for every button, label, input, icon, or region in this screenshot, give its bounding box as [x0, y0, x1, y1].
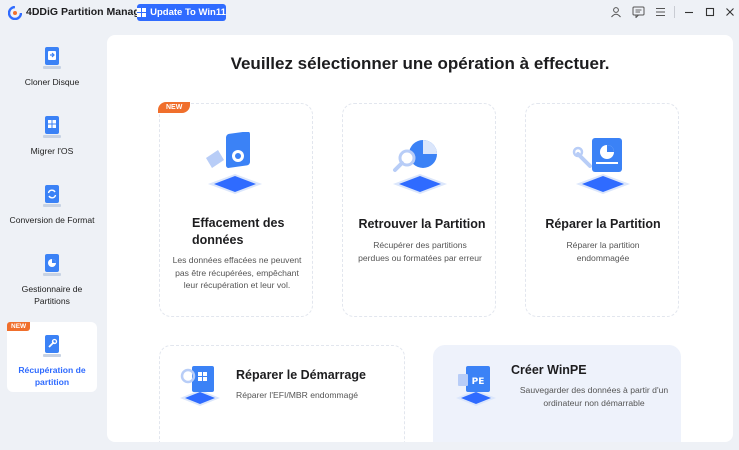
title-bar: 4DDiG Partition Manager Update To Win11: [0, 0, 739, 26]
clone-icon: [43, 47, 61, 69]
repair-boot-illustration: [180, 366, 220, 406]
sidebar-item-label: Gestionnaire de Partitions: [21, 284, 83, 306]
main-panel: Veuillez sélectionner une opération à ef…: [107, 35, 733, 442]
card-title: Réparer la Partition: [545, 217, 661, 231]
card-description: Les données effacées ne peuvent pas être…: [172, 255, 302, 290]
update-win11-button[interactable]: Update To Win11: [137, 4, 226, 21]
svg-text:PE: PE: [472, 377, 485, 387]
feedback-icon[interactable]: [631, 5, 645, 19]
sidebar-item-clone-disk[interactable]: Cloner Disque: [7, 34, 97, 100]
card-title: Effacement des données: [192, 216, 285, 247]
recovery-icon: [43, 335, 61, 357]
sidebar-item-label: Récupération de partition: [18, 365, 86, 387]
sidebar-item-format-conversion[interactable]: Conversion de Format: [7, 172, 97, 238]
minimize-icon[interactable]: [682, 5, 696, 19]
sidebar-item-label: Migrer l'OS: [30, 146, 74, 156]
menu-icon[interactable]: [653, 5, 667, 19]
card-description: Sauvegarder des données à partir d'un or…: [519, 385, 669, 408]
app-logo-icon: [8, 6, 22, 20]
sidebar: Cloner Disque Migrer l'OS Conversion de …: [0, 30, 104, 450]
close-icon[interactable]: [723, 5, 737, 19]
create-winpe-illustration: PE: [456, 366, 496, 406]
card-title: Réparer le Démarrage: [236, 368, 366, 382]
card-title: Créer WinPE: [511, 363, 587, 377]
sidebar-item-partition-manager[interactable]: Gestionnaire de Partitions: [7, 241, 97, 317]
sidebar-item-migrate-os[interactable]: Migrer l'OS: [7, 103, 97, 169]
update-button-label: Update To Win11: [150, 7, 226, 18]
maximize-icon[interactable]: [703, 5, 717, 19]
card-create-winpe[interactable]: PE Créer WinPE Sauvegarder des données à…: [433, 345, 681, 442]
partition-manager-icon: [43, 254, 61, 276]
card-description: Réparer l'EFI/MBR endommagé: [236, 390, 358, 400]
convert-icon: [43, 185, 61, 207]
page-title: Veuillez sélectionner une opération à ef…: [230, 54, 610, 73]
card-data-erase[interactable]: NEW Effacement des données Les données e…: [158, 102, 313, 317]
recover-partition-illustration: [393, 140, 447, 194]
data-erase-illustration: [206, 132, 262, 194]
card-description: Récupérer des partitions perdues ou form…: [358, 240, 482, 263]
sidebar-item-partition-recovery[interactable]: NEW Récupération de partition: [7, 322, 97, 392]
sidebar-item-label: Conversion de Format: [9, 215, 95, 225]
new-badge: NEW: [158, 102, 191, 113]
repair-partition-illustration: [572, 138, 630, 194]
migrate-os-icon: [43, 116, 61, 138]
card-repair-boot[interactable]: Réparer le Démarrage Réparer l'EFI/MBR e…: [159, 345, 405, 442]
sidebar-item-label: Cloner Disque: [24, 77, 80, 87]
titlebar-divider: [674, 6, 675, 18]
windows-icon: [137, 8, 147, 17]
card-title: Retrouver la Partition: [358, 217, 486, 231]
card-repair-partition[interactable]: Réparer la Partition Réparer la partitio…: [525, 103, 679, 317]
new-badge: NEW: [7, 322, 31, 331]
app-title: 4DDiG Partition Manager: [26, 6, 150, 18]
card-description: Réparer la partition endommagée: [566, 240, 640, 263]
card-recover-partition[interactable]: Retrouver la Partition Récupérer des par…: [342, 103, 496, 317]
user-icon[interactable]: [609, 5, 623, 19]
